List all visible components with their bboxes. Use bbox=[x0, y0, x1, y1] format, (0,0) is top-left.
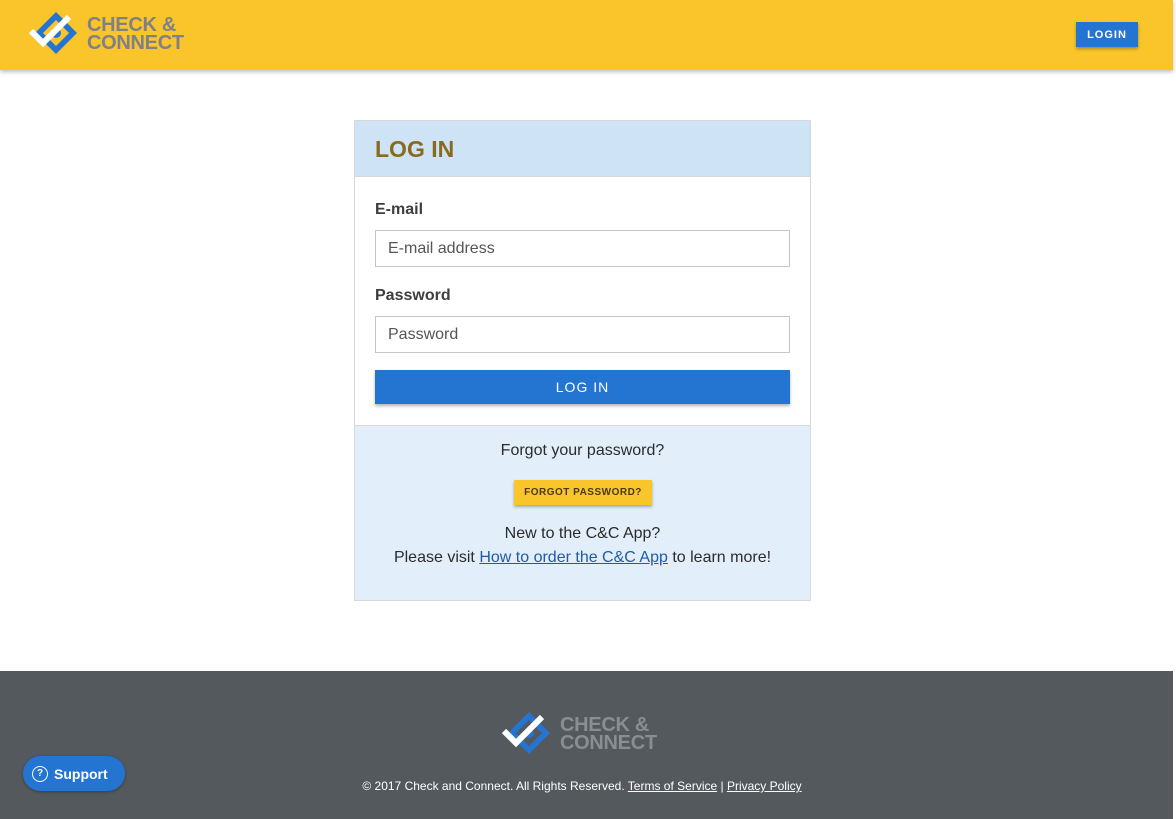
support-button[interactable]: ? Support bbox=[23, 756, 125, 791]
terms-of-service-link[interactable]: Terms of Service bbox=[628, 779, 717, 793]
new-user-text: New to the C&C App? bbox=[504, 525, 661, 542]
diamond-check-icon bbox=[29, 12, 77, 54]
footer-logo-line-2: CONNECT bbox=[560, 732, 657, 754]
log-in-button[interactable]: LOG IN bbox=[375, 370, 790, 404]
login-card-header: LOG IN bbox=[355, 121, 810, 177]
forgot-password-text: Forgot your password? bbox=[500, 442, 665, 459]
login-card: LOG IN E-mail Password LOG IN Forgot you… bbox=[354, 120, 811, 601]
footer-logo-wordmark: CHECK & CONNECT bbox=[560, 715, 657, 754]
email-field[interactable] bbox=[375, 230, 790, 267]
order-app-link[interactable]: How to order the C&C App bbox=[479, 549, 668, 566]
forgot-password-button[interactable]: FORGOT PASSWORD? bbox=[514, 480, 652, 505]
diamond-check-icon bbox=[502, 712, 550, 754]
password-label: Password bbox=[375, 287, 451, 304]
privacy-policy-link[interactable]: Privacy Policy bbox=[727, 779, 802, 793]
logo-wordmark: CHECK & CONNECT bbox=[87, 15, 184, 54]
page-title: LOG IN bbox=[375, 136, 455, 162]
help-circle-icon: ? bbox=[32, 765, 48, 782]
visit-suffix: to learn more! bbox=[667, 549, 772, 566]
visit-text: Please visit How to order the C&C App to… bbox=[355, 549, 810, 567]
top-header: CHECK & CONNECT LOGIN bbox=[0, 0, 1173, 70]
password-field[interactable] bbox=[375, 316, 790, 353]
copyright-text: © 2017 Check and Connect. All Rights Res… bbox=[362, 779, 628, 793]
visit-prefix: Please visit bbox=[393, 549, 480, 566]
header-login-button[interactable]: LOGIN bbox=[1076, 22, 1138, 47]
footer-logo: CHECK & CONNECT bbox=[502, 711, 657, 757]
footer-separator: | bbox=[717, 779, 727, 793]
copyright-line: © 2017 Check and Connect. All Rights Res… bbox=[0, 779, 1164, 793]
header-logo[interactable]: CHECK & CONNECT bbox=[29, 11, 184, 57]
support-label: Support bbox=[54, 765, 108, 782]
email-label: E-mail bbox=[375, 201, 424, 218]
logo-line-2: CONNECT bbox=[87, 32, 184, 54]
login-form: E-mail Password LOG IN bbox=[355, 177, 810, 425]
login-card-footer: Forgot your password? FORGOT PASSWORD? N… bbox=[355, 425, 810, 600]
